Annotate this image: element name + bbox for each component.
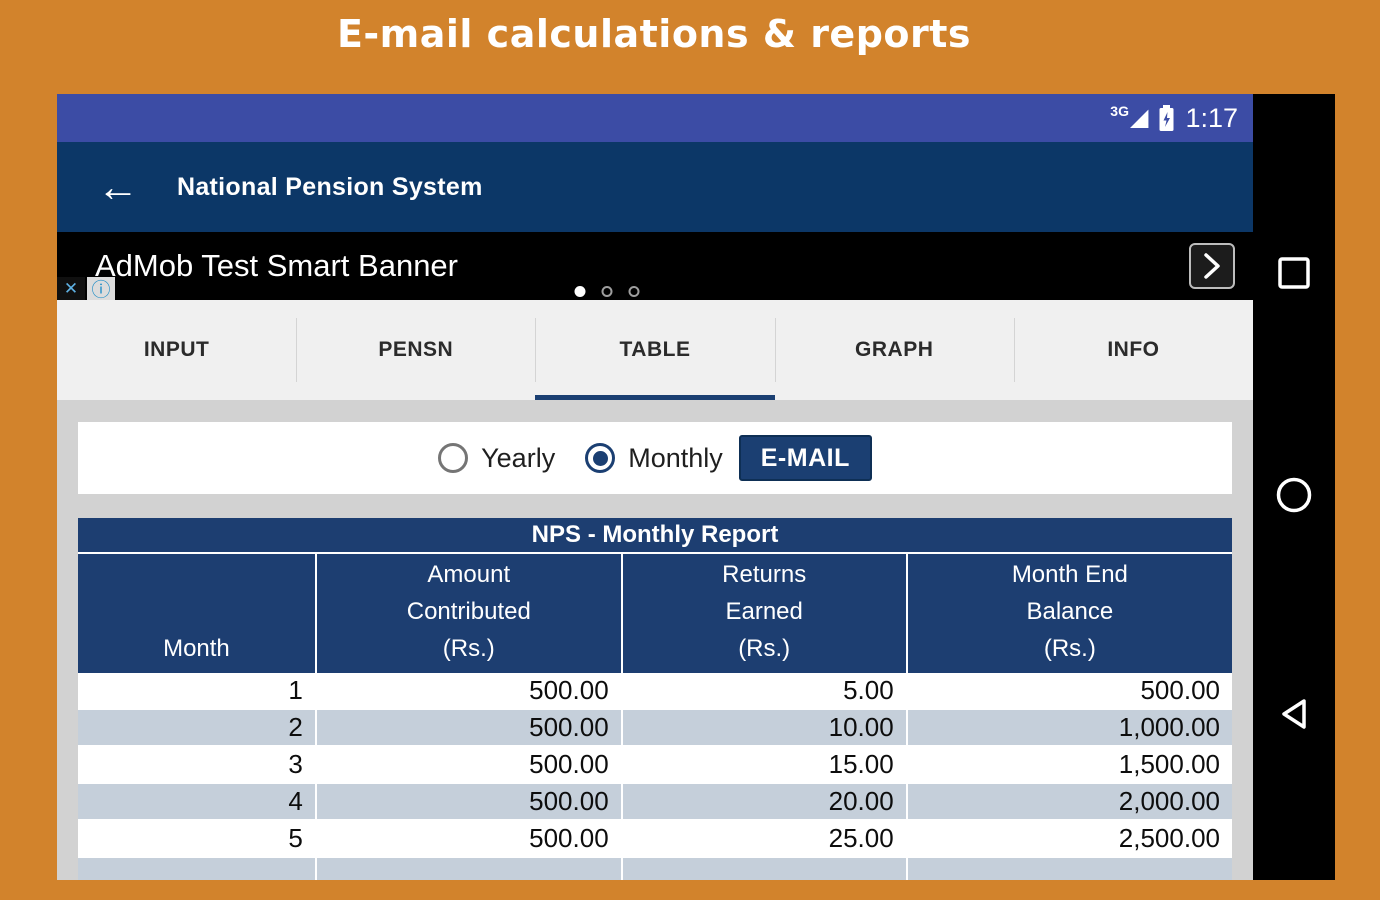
tab-bar: INPUT PENSN TABLE GRAPH INFO [57,300,1253,400]
battery-charging-icon [1159,104,1174,131]
back-triangle-icon[interactable] [1276,696,1312,732]
table-cell: 500.00 [316,710,623,747]
table-cell: 2 [78,710,317,747]
tab-pensn[interactable]: PENSN [296,300,535,400]
clock: 1:17 [1185,102,1238,133]
carousel-dots [574,286,640,297]
table-cell: 5.00 [622,673,908,710]
table-cell: 500.00 [316,821,623,858]
table-cell: 1 [78,673,317,710]
table-cell: 500.00 [316,673,623,710]
carousel-dot [601,286,613,297]
table-cell: 10.00 [622,710,908,747]
table-row: 3 500.00 15.00 1,500.00 [78,747,1232,784]
table-row: 2 500.00 10.00 1,000.00 [78,710,1232,747]
radio-yearly-label: Yearly [481,442,556,473]
table-cell: 500.00 [907,673,1232,710]
table-cell: 3 [78,747,317,784]
table-cell: 1,500.00 [907,747,1232,784]
chevron-right-icon [1204,253,1220,279]
table-row-partial [78,858,1232,880]
table-cell: 2,500.00 [907,821,1232,858]
carousel-dot-active [574,286,586,297]
table-row: 1 500.00 5.00 500.00 [78,673,1232,710]
column-header-month: Month [78,554,317,673]
ad-banner-text: AdMob Test Smart Banner [95,248,458,283]
status-bar: 3G ◢ 1:17 [57,94,1253,142]
table-cell: 20.00 [622,784,908,821]
column-header-returns-earned: Returns Earned (Rs.) [622,554,908,673]
table-cell: 15.00 [622,747,908,784]
table-row: 4 500.00 20.00 2,000.00 [78,784,1232,821]
radio-monthly[interactable]: Monthly [585,443,723,474]
content-area: Yearly Monthly E-MAIL NPS - Monthly Repo… [57,400,1253,880]
table-row: 5 500.00 25.00 2,500.00 [78,821,1232,858]
table-cell: 1,000.00 [907,710,1232,747]
app-bar: ← National Pension System [57,142,1253,232]
report-controls: Yearly Monthly E-MAIL [78,422,1232,494]
back-arrow-icon[interactable]: ← [97,166,139,208]
tab-info[interactable]: INFO [1013,300,1253,400]
signal-strength-icon: ◢ [1129,104,1149,131]
tab-graph[interactable]: GRAPH [774,300,1014,400]
active-tab-underline [535,395,775,400]
table-cell: 500.00 [316,747,623,784]
page-title: E-mail calculations & reports [336,12,972,56]
app-screen: 3G ◢ 1:17 ← National Pension System AdMo… [57,94,1253,880]
app-bar-title: National Pension System [177,172,483,201]
column-header-month-end-balance: Month End Balance (Rs.) [907,554,1232,673]
ad-banner[interactable]: AdMob Test Smart Banner ✕ ⓘ [57,232,1253,301]
recents-square-icon[interactable] [1276,255,1312,291]
column-header-amount-contributed: Amount Contributed (Rs.) [316,554,623,673]
network-type-label: 3G [1110,103,1129,119]
table-header-row: Month Amount Contributed (Rs.) Returns E… [78,554,1232,673]
ad-info-icon[interactable]: ⓘ [87,277,115,301]
table-cell: 25.00 [622,821,908,858]
page-background: E-mail calculations & reports 3G ◢ 1:17 … [0,0,1380,900]
report-table-title: NPS - Monthly Report [78,518,1232,554]
email-button[interactable]: E-MAIL [738,435,872,481]
radio-yearly-circle[interactable] [438,443,469,473]
radio-monthly-circle[interactable] [585,443,616,473]
table-cell: 2,000.00 [907,784,1232,821]
report-table: NPS - Monthly Report Month Amount Contri… [78,518,1232,880]
tab-table[interactable]: TABLE [535,300,775,400]
radio-yearly[interactable]: Yearly [438,443,555,474]
home-circle-icon[interactable] [1275,476,1313,514]
phone-screenshot: 3G ◢ 1:17 ← National Pension System AdMo… [57,94,1335,880]
ad-close-icon[interactable]: ✕ [57,277,85,300]
ad-next-button[interactable] [1189,243,1235,289]
radio-monthly-label: Monthly [628,442,723,473]
table-cell: 5 [78,821,317,858]
table-cell: 4 [78,784,317,821]
table-cell: 500.00 [316,784,623,821]
android-nav-bar [1253,94,1335,880]
carousel-dot [628,286,640,297]
tab-input[interactable]: INPUT [57,300,296,400]
